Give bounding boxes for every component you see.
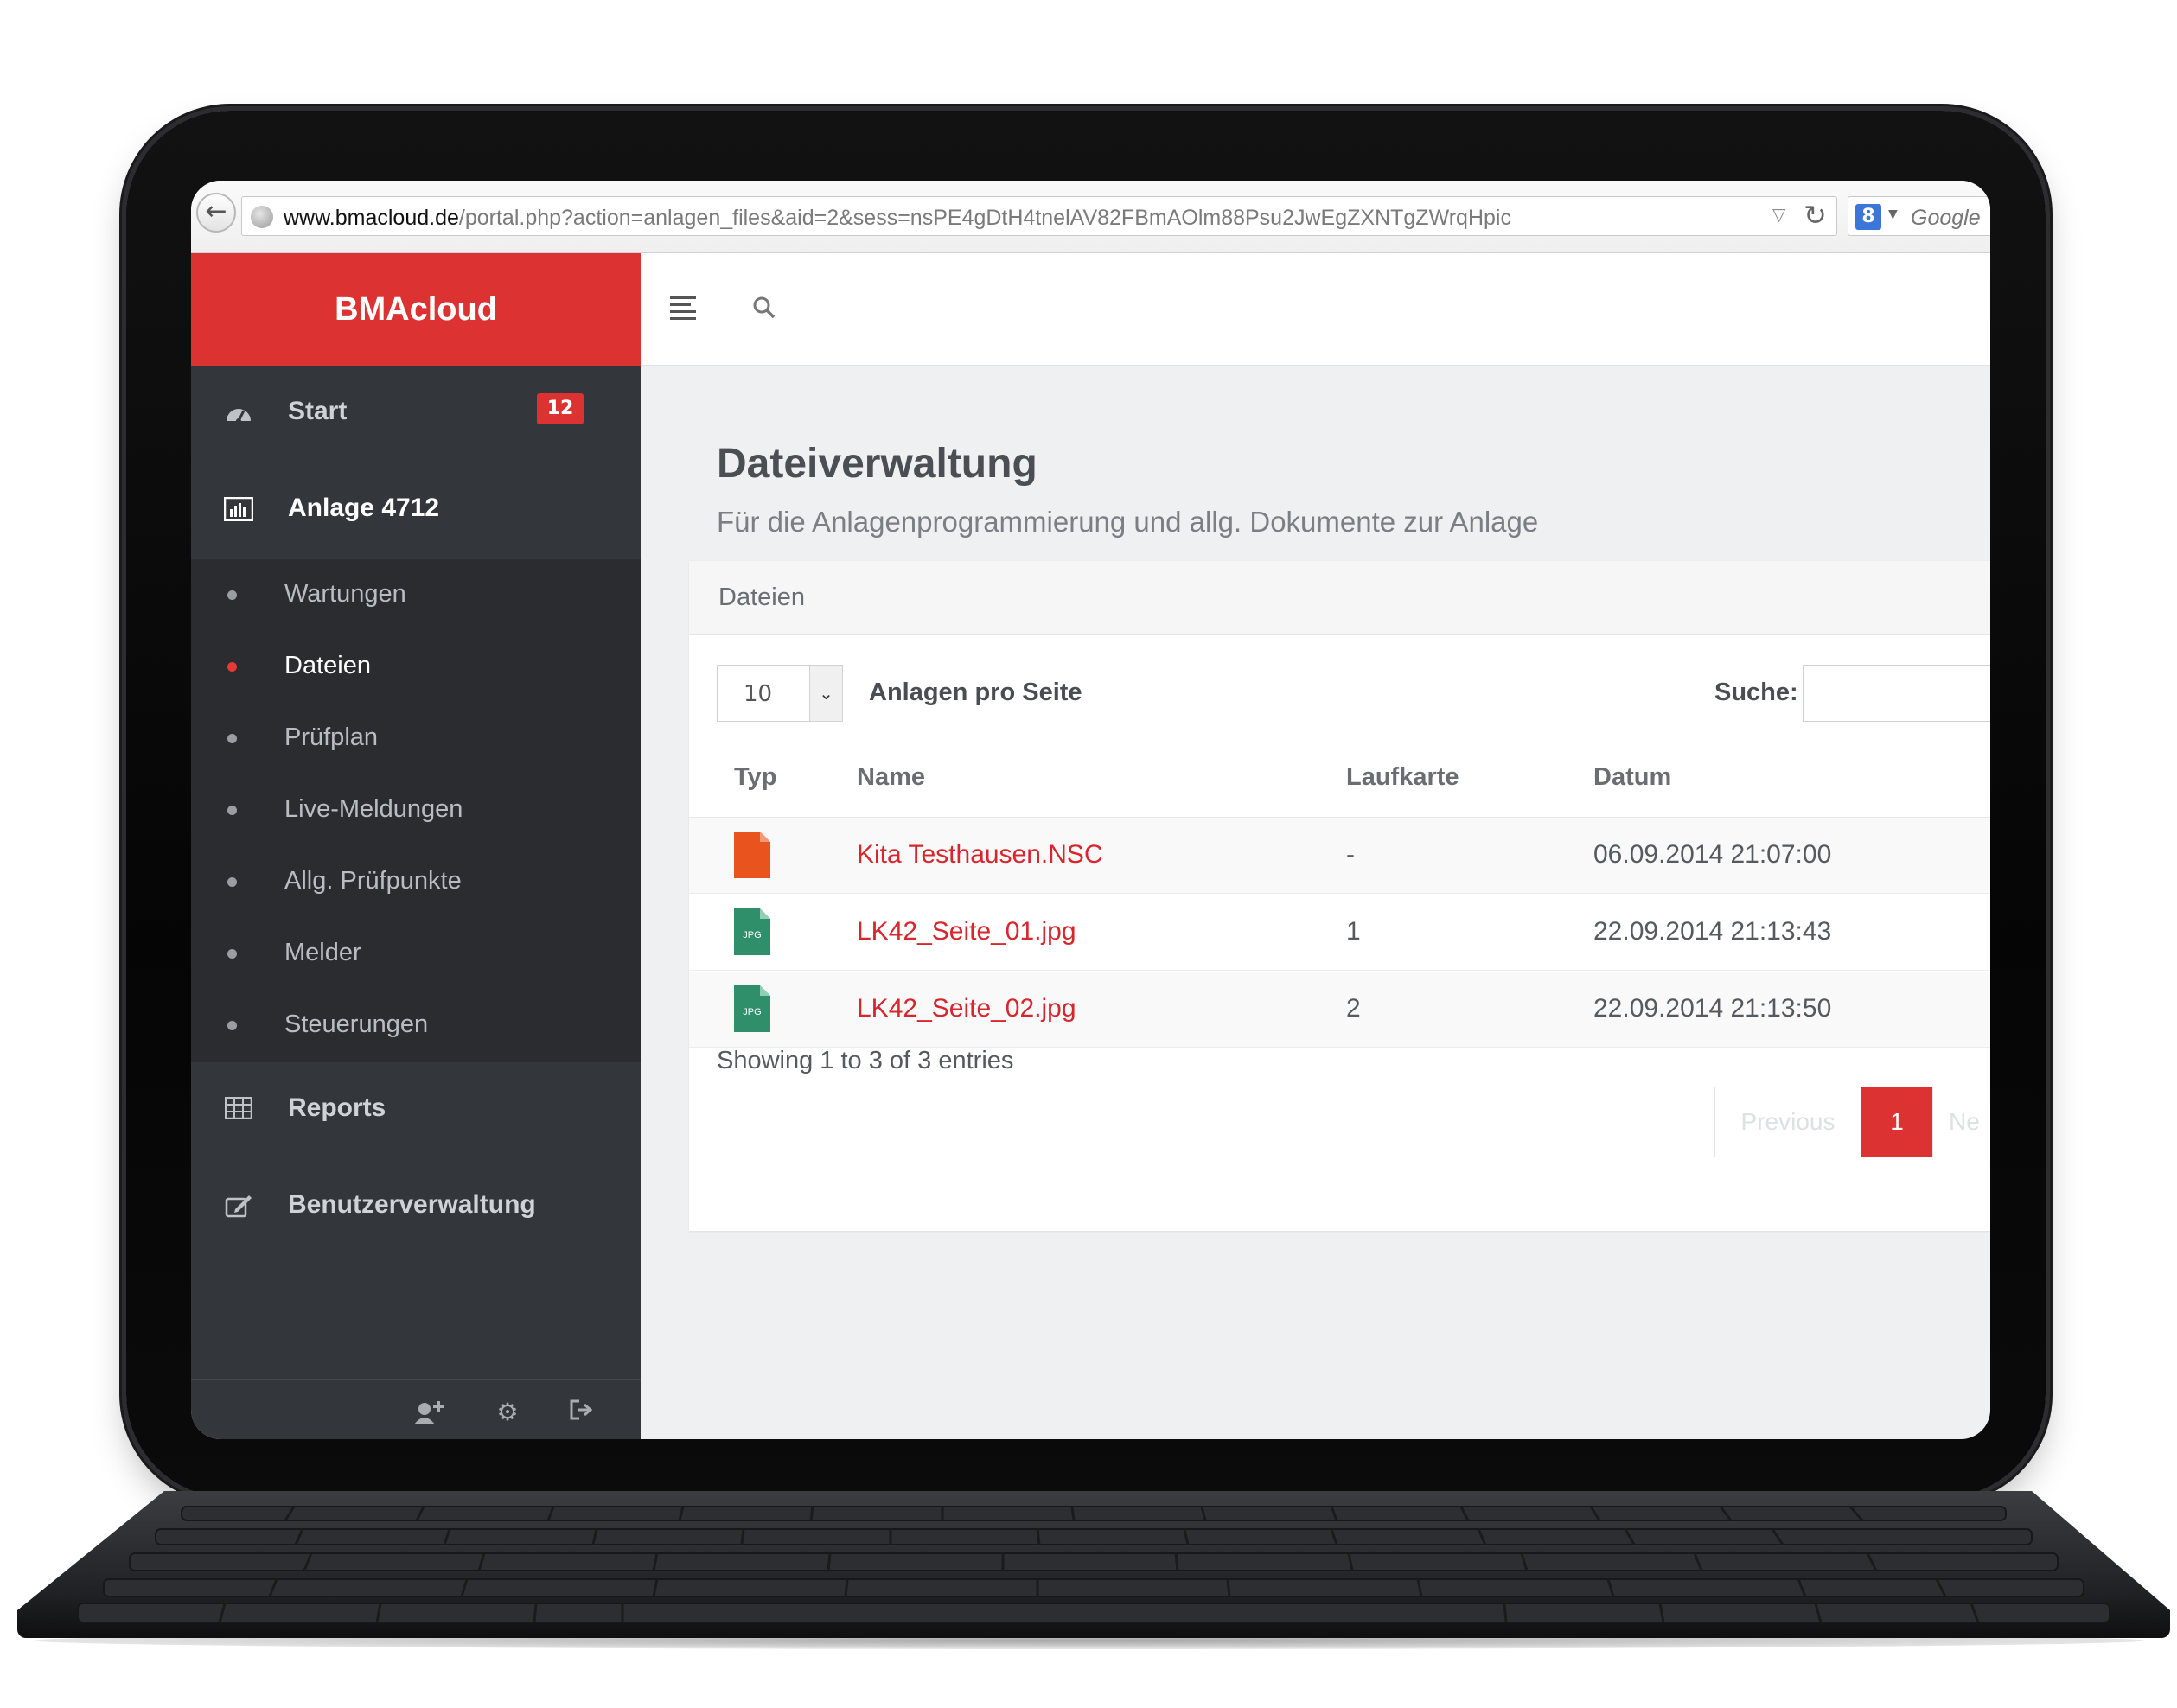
submenu-item-pruefplan[interactable]: Prüfplan [191,703,641,774]
column-header-laufkarte[interactable]: Laufkarte [1346,763,1459,792]
globe-icon [251,206,273,228]
tablet-screen: ← www.bmacloud.de/portal.php?action=anla… [191,181,1990,1439]
logout-icon[interactable] [566,1399,597,1426]
page-length-label: Anlagen pro Seite [869,679,1082,706]
table-row: JPG LK42_Seite_01.jpg 1 22.09.2014 21:13… [689,895,1990,971]
bar-chart-icon [223,496,254,523]
gear-icon[interactable]: ⚙ [492,1399,523,1426]
url-text: www.bmacloud.de/portal.php?action=anlage… [284,206,1511,231]
laufkarte-value: 2 [1346,994,1361,1023]
pagination-previous-button[interactable]: Previous [1714,1087,1861,1157]
date-value: 22.09.2014 21:13:50 [1593,994,1832,1023]
chevron-down-icon[interactable]: ⌄ [809,666,842,721]
table-search-label: Suche: [1714,679,1798,706]
caret-down-icon[interactable]: ▼ [1888,207,1898,221]
nsc-file-icon [734,832,770,878]
arrow-left-icon: ← [205,196,227,226]
column-header-name[interactable]: Name [857,763,925,792]
keyboard [17,1491,2170,1638]
nav-item-reports[interactable]: Reports [191,1062,641,1159]
submenu-label: Prüfplan [284,723,379,751]
jpg-label: JPG [743,930,761,940]
file-name-link[interactable]: LK42_Seite_02.jpg [857,994,1076,1023]
bullet-icon [227,949,237,959]
sidebar: BMAcloud Start 12 Anlage 4712 Wartungen … [191,253,641,1439]
url-path: /portal.php?action=anlagen_files&aid=2&s… [458,206,1511,230]
date-value: 06.09.2014 21:07:00 [1593,840,1832,869]
browser-toolbar: ← www.bmacloud.de/portal.php?action=anla… [191,181,1990,253]
dashboard-icon [224,400,253,426]
submenu-item-wartungen[interactable]: Wartungen [191,559,641,631]
table-icon [224,1096,253,1123]
page-length-value: 10 [744,681,773,707]
submenu-label: Steuerungen [284,1010,429,1038]
bullet-icon [227,662,237,672]
table-row: Kita Testhausen.NSC - 06.09.2014 21:07:0… [689,818,1990,894]
keyboard-keys [77,1506,2110,1623]
nav-item-anlage[interactable]: Anlage 4712 [191,462,641,559]
nav-item-benutzerverwaltung[interactable]: Benutzerverwaltung [191,1159,641,1256]
nav-label: Reports [288,1093,386,1122]
edit-icon [224,1194,253,1220]
submenu-label: Wartungen [284,580,406,608]
file-name-link[interactable]: LK42_Seite_01.jpg [857,917,1076,946]
menu-icon[interactable] [670,296,696,320]
files-panel: Dateien 10 ⌄ Anlagen pro Seite Suche: Ty… [689,561,1990,1231]
date-value: 22.09.2014 21:13:43 [1593,917,1832,946]
submenu-item-live-meldungen[interactable]: Live-Meldungen [191,774,641,846]
dropdown-arrow-icon[interactable]: ▽ [1772,204,1785,225]
google-icon[interactable]: 8 [1855,204,1881,230]
pagination-next-button[interactable]: Ne [1932,1087,1990,1157]
laufkarte-value: - [1346,840,1355,869]
search-icon[interactable] [751,295,777,321]
nav-label: Benutzerverwaltung [288,1190,536,1219]
column-header-typ[interactable]: Typ [734,763,776,792]
column-header-datum[interactable]: Datum [1593,763,1671,792]
submenu-label: Live-Meldungen [284,795,463,823]
url-domain: www.bmacloud.de [284,206,459,230]
submenu-item-dateien[interactable]: Dateien [191,631,641,703]
submenu-label: Dateien [284,652,371,679]
top-navbar [641,253,1990,366]
laufkarte-value: 1 [1346,917,1361,946]
table-row: JPG LK42_Seite_02.jpg 2 22.09.2014 21:13… [689,972,1990,1048]
bullet-icon [227,1021,237,1030]
nav-item-start[interactable]: Start 12 [191,366,641,462]
submenu-label: Melder [284,939,361,966]
page-title: Dateiverwaltung [717,441,1037,487]
add-user-icon[interactable] [412,1399,444,1426]
bullet-icon [227,590,237,600]
submenu: Wartungen Dateien Prüfplan Live-Meldunge… [191,559,641,1062]
file-name-link[interactable]: Kita Testhausen.NSC [857,840,1103,870]
nav-label: Anlage 4712 [288,494,440,522]
jpg-label: JPG [743,1007,761,1017]
pagination-page-1-button[interactable]: 1 [1861,1087,1932,1157]
table-info: Showing 1 to 3 of 3 entries [717,1047,1014,1074]
submenu-item-melder[interactable]: Melder [191,918,641,990]
page-subtitle: Für die Anlagenprogrammierung und allg. … [717,506,1539,538]
brand-logo[interactable]: BMAcloud [191,253,641,366]
jpg-file-icon: JPG [734,908,770,955]
back-button[interactable]: ← [196,193,236,233]
submenu-item-allg-pruefpunkte[interactable]: Allg. Prüfpunkte [191,846,641,918]
notification-badge: 12 [537,393,584,424]
browser-search-placeholder: Google [1911,206,1981,230]
jpg-file-icon: JPG [734,985,770,1032]
page-length-select[interactable]: 10 ⌄ [717,665,843,722]
browser-search-box[interactable]: 8 ▼ Google [1848,196,1990,236]
table-search-input[interactable] [1803,665,1990,722]
bullet-icon [227,877,237,887]
nav-label: Start [288,397,348,425]
sidebar-footer: ⚙ [191,1379,641,1439]
submenu-item-steuerungen[interactable]: Steuerungen [191,990,641,1061]
panel-heading-label: Dateien [718,583,805,611]
panel-heading: Dateien [689,561,1990,635]
reload-icon[interactable]: ↻ [1804,199,1827,232]
address-bar[interactable]: www.bmacloud.de/portal.php?action=anlage… [241,196,1837,236]
bullet-icon [227,806,237,815]
submenu-label: Allg. Prüfpunkte [284,867,462,895]
bullet-icon [227,734,237,743]
